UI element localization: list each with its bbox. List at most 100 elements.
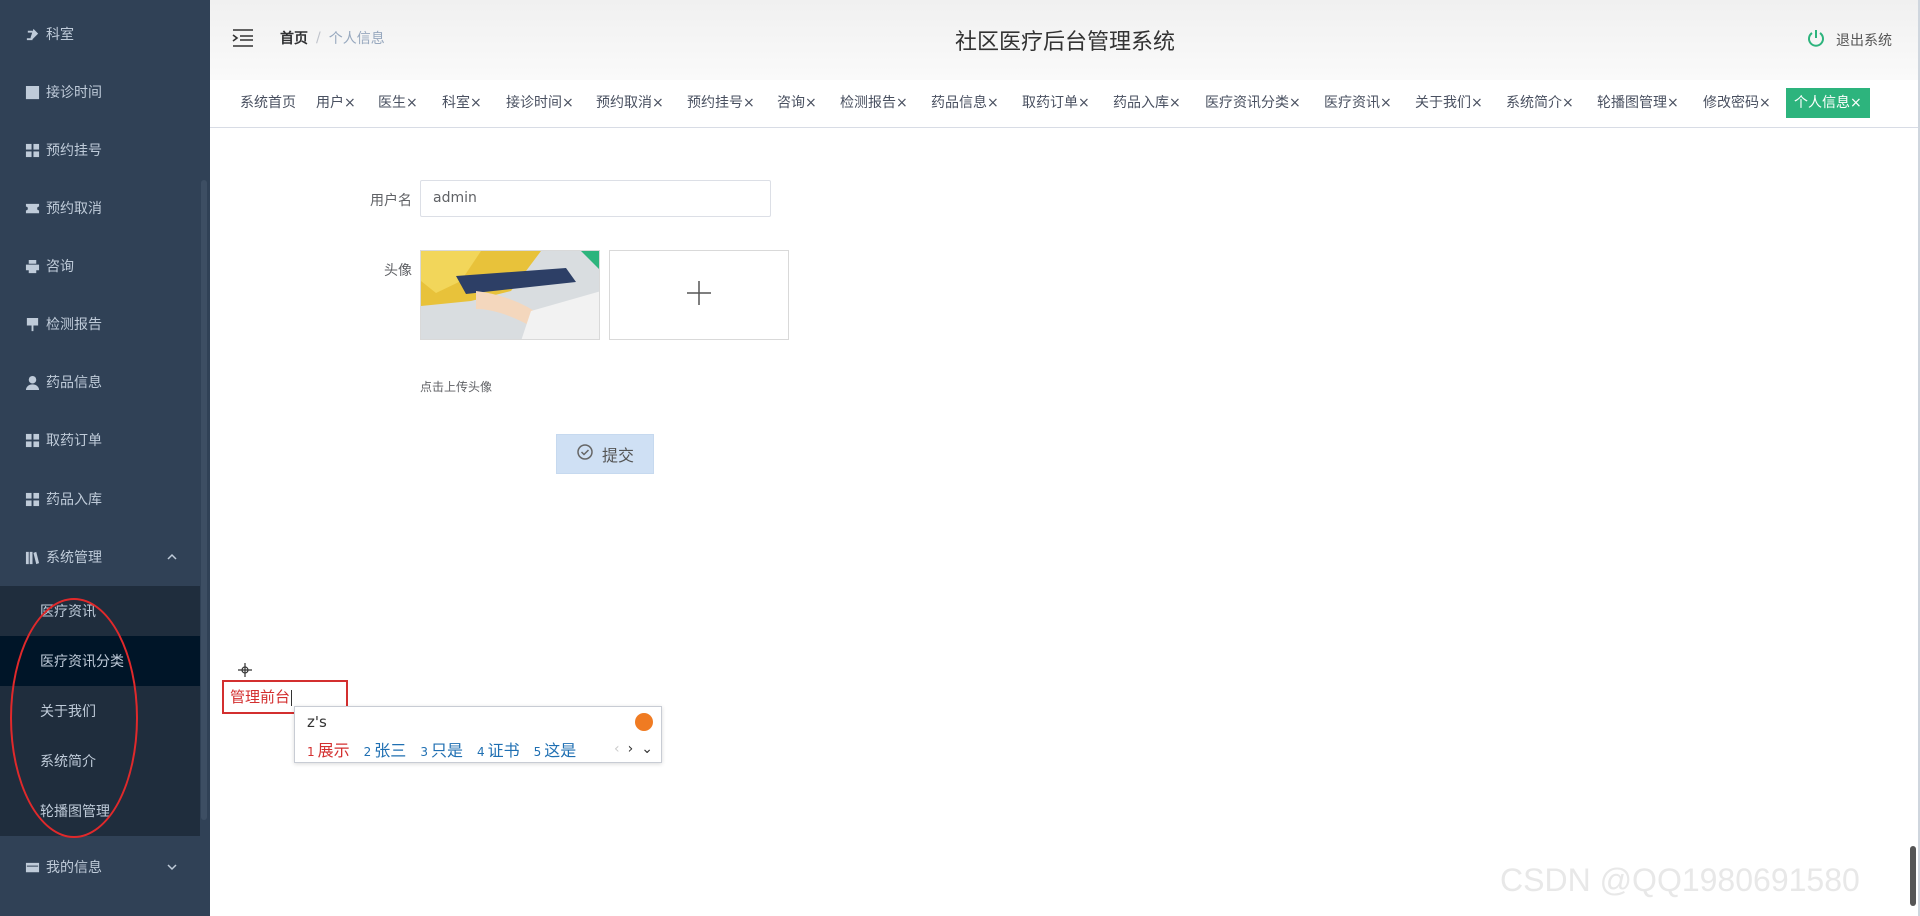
top-header: 首页 / 个人信息 社区医疗后台管理系统 退出系统	[210, 0, 1920, 80]
username-label: 用户名	[370, 193, 412, 209]
edit-icon	[24, 26, 40, 42]
tag-item[interactable]: 取药订单×	[1014, 88, 1098, 118]
grid-icon	[24, 142, 40, 158]
submenu-system-intro[interactable]: 系统简介	[0, 736, 200, 786]
ime-expand-icon[interactable]: ⌄	[641, 741, 653, 757]
tag-item[interactable]: 用户×	[308, 88, 364, 118]
tag-item[interactable]: 轮播图管理×	[1589, 88, 1687, 118]
sidebar-item-label: 取药订单	[46, 433, 102, 449]
ticket-icon	[24, 200, 40, 216]
plus-icon	[685, 279, 713, 311]
tag-item[interactable]: 医生×	[370, 88, 426, 118]
tag-item[interactable]: 预约取消×	[588, 88, 672, 118]
crosshair-cursor-icon	[238, 662, 252, 677]
tag-item[interactable]: 预约挂号×	[679, 88, 763, 118]
text-caret	[291, 689, 293, 706]
ime-prev-icon[interactable]: ‹	[614, 741, 620, 757]
ime-candidate[interactable]: 3 只是	[420, 737, 463, 761]
grid-icon	[24, 491, 40, 507]
sidebar-item-label: 预约取消	[46, 201, 102, 217]
logout-button[interactable]: 退出系统	[1806, 28, 1892, 52]
sidebar-item-consult[interactable]: 咨询	[0, 237, 200, 295]
ime-candidate[interactable]: 2 张三	[364, 737, 407, 761]
sidebar-item-pickup-order[interactable]: 取药订单	[0, 411, 200, 469]
avatar-upload-button[interactable]	[609, 250, 789, 340]
library-icon	[24, 549, 40, 565]
sidebar-item-label: 药品信息	[46, 375, 102, 391]
sidebar: 科室 接诊时间 预约挂号 预约取消 咨询 检测报告 药品信息 取药订单 药品入库…	[0, 0, 210, 916]
sidebar-scrollbar[interactable]	[201, 180, 207, 820]
tag-item[interactable]: 系统首页	[232, 88, 304, 118]
tag-item[interactable]: 关于我们×	[1407, 88, 1491, 118]
chevron-down-icon	[166, 861, 178, 873]
sidebar-item-medicine-stock[interactable]: 药品入库	[0, 470, 200, 528]
submit-button[interactable]: 提交	[556, 434, 654, 474]
tags-view: 系统首页 用户× 医生× 科室× 接诊时间× 预约取消× 预约挂号× 咨询× 检…	[210, 80, 1920, 128]
tag-item[interactable]: 药品入库×	[1105, 88, 1189, 118]
report-icon	[24, 316, 40, 332]
avatar-label: 头像	[384, 263, 412, 279]
chevron-up-icon	[166, 551, 178, 563]
ime-candidate[interactable]: 5 这是	[534, 737, 577, 761]
grid-icon	[24, 432, 40, 448]
sidebar-item-department[interactable]: 科室	[0, 5, 200, 63]
typed-text: 管理前台	[230, 688, 291, 706]
ime-candidates: 1 展示 2 张三 3 只是 4 证书 5 这是	[307, 737, 590, 761]
submenu-label: 系统简介	[40, 754, 96, 770]
submenu-about-us[interactable]: 关于我们	[0, 686, 200, 736]
submenu-medical-news-category[interactable]: 医疗资讯分类	[0, 636, 200, 686]
printer-icon	[24, 258, 40, 274]
card-icon	[24, 859, 40, 875]
tag-item[interactable]: 系统简介×	[1498, 88, 1582, 118]
tag-item[interactable]: 药品信息×	[923, 88, 1007, 118]
submenu-label: 医疗资讯分类	[40, 654, 124, 670]
sidebar-item-test-report[interactable]: 检测报告	[0, 295, 200, 353]
sidebar-item-label: 我的信息	[46, 860, 102, 876]
tag-item[interactable]: 咨询×	[769, 88, 825, 118]
chart-icon	[24, 84, 40, 100]
check-circle-icon	[576, 443, 602, 465]
sidebar-item-label: 科室	[46, 27, 74, 43]
sidebar-item-reception-time[interactable]: 接诊时间	[0, 63, 200, 121]
tag-item[interactable]: 科室×	[434, 88, 490, 118]
sidebar-item-label: 咨询	[46, 259, 74, 275]
tag-item[interactable]: 检测报告×	[832, 88, 916, 118]
sidebar-item-system-management[interactable]: 系统管理	[0, 528, 200, 586]
tag-item[interactable]: 医疗资讯×	[1316, 88, 1400, 118]
sidebar-item-cancel-appointment[interactable]: 预约取消	[0, 179, 200, 237]
tag-item-active[interactable]: 个人信息×	[1786, 88, 1870, 118]
submenu-medical-news[interactable]: 医疗资讯	[0, 586, 200, 636]
page-title: 社区医疗后台管理系统	[954, 30, 1175, 55]
sidebar-item-my-info[interactable]: 我的信息	[0, 838, 200, 896]
ime-candidate[interactable]: 4 证书	[477, 737, 520, 761]
ime-next-icon[interactable]: ›	[628, 741, 634, 757]
logout-label: 退出系统	[1836, 33, 1892, 49]
submenu-carousel-management[interactable]: 轮播图管理	[0, 786, 200, 836]
sidebar-item-label: 药品入库	[46, 492, 102, 508]
sidebar-item-label: 预约挂号	[46, 143, 102, 159]
username-field[interactable]: admin	[420, 180, 771, 217]
ime-composition: z's	[307, 713, 327, 731]
sidebar-item-medicine-info[interactable]: 药品信息	[0, 353, 200, 411]
page-scrollbar[interactable]	[1910, 846, 1916, 906]
watermark: CSDN @QQ1980691580	[1500, 862, 1860, 898]
submenu-label: 医疗资讯	[40, 604, 96, 620]
submit-label: 提交	[601, 446, 634, 465]
tag-item[interactable]: 医疗资讯分类×	[1197, 88, 1309, 118]
ime-nav: ‹ › ⌄	[614, 741, 653, 757]
ime-logo-icon[interactable]	[635, 713, 653, 731]
tag-item[interactable]: 接诊时间×	[498, 88, 582, 118]
tag-item[interactable]: 修改密码×	[1695, 88, 1779, 118]
system-submenu: 医疗资讯 医疗资讯分类 关于我们 系统简介 轮播图管理	[0, 586, 200, 836]
avatar	[420, 250, 600, 340]
upload-hint: 点击上传头像	[420, 380, 493, 394]
power-icon	[1806, 28, 1836, 52]
ime-candidate-window: z's 1 展示 2 张三 3 只是 4 证书 5 这是 ‹ › ⌄	[294, 706, 662, 763]
submenu-label: 关于我们	[40, 704, 96, 720]
sidebar-item-label: 系统管理	[46, 550, 102, 566]
submenu-label: 轮播图管理	[40, 804, 110, 820]
sidebar-item-appointment[interactable]: 预约挂号	[0, 121, 200, 179]
sidebar-item-label: 检测报告	[46, 317, 102, 333]
sidebar-item-label: 接诊时间	[46, 85, 102, 101]
ime-candidate[interactable]: 1 展示	[307, 737, 350, 761]
